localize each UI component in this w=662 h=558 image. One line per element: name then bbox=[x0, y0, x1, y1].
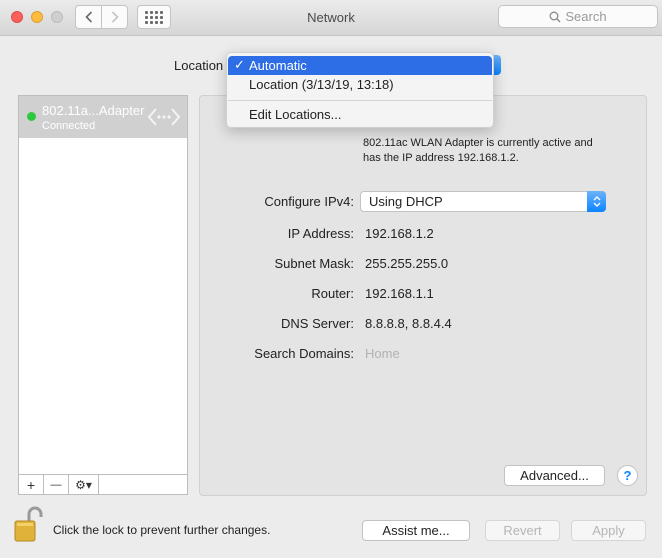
search-placeholder: Search bbox=[565, 9, 607, 24]
apply-button[interactable]: Apply bbox=[571, 520, 646, 541]
configure-ipv4-value: Using DHCP bbox=[369, 194, 443, 209]
status-dot bbox=[27, 112, 36, 121]
advanced-button[interactable]: Advanced... bbox=[504, 465, 605, 486]
lock-message: Click the lock to prevent further change… bbox=[53, 523, 271, 537]
action-menu-button[interactable]: ⚙︎▾ bbox=[69, 475, 99, 494]
lock-open-icon[interactable] bbox=[12, 505, 44, 543]
menu-item-label: Automatic bbox=[249, 58, 307, 73]
search-domains-field[interactable]: Home bbox=[365, 346, 400, 361]
ip-address-value: 192.168.1.2 bbox=[365, 226, 434, 241]
remove-service-button[interactable]: — bbox=[44, 475, 69, 494]
location-label: Location bbox=[174, 58, 224, 73]
subnet-mask-value: 255.255.255.0 bbox=[365, 256, 449, 271]
ip-address-label: IP Address: bbox=[287, 226, 354, 241]
search-field[interactable]: Search bbox=[498, 5, 658, 28]
checkmark-icon: ✓ bbox=[234, 57, 245, 72]
status-description: 802.11ac WLAN Adapter is currently activ… bbox=[363, 137, 593, 164]
dns-server-label: DNS Server: bbox=[281, 316, 354, 331]
service-item[interactable]: 802.11a...Adapter Connected bbox=[19, 96, 187, 138]
service-status: Connected bbox=[42, 120, 96, 132]
add-service-button[interactable]: + bbox=[19, 475, 44, 494]
service-list-toolbar: + — ⚙︎▾ bbox=[19, 474, 187, 494]
service-list: 802.11a...Adapter Connected + — ⚙︎▾ bbox=[18, 95, 188, 495]
help-icon: ? bbox=[623, 468, 632, 483]
revert-button[interactable]: Revert bbox=[485, 520, 560, 541]
router-value: 192.168.1.1 bbox=[365, 286, 434, 301]
select-stepper-icon bbox=[587, 191, 606, 212]
assist-me-button[interactable]: Assist me... bbox=[362, 520, 470, 541]
subnet-mask-label: Subnet Mask: bbox=[274, 256, 355, 271]
location-menu-item[interactable]: ✓ Automatic bbox=[228, 56, 492, 75]
location-menu-item[interactable]: Location (3/13/19, 13:18) bbox=[228, 75, 492, 94]
router-label: Router: bbox=[311, 286, 354, 301]
service-name: 802.11a...Adapter bbox=[42, 103, 145, 118]
edit-locations-item[interactable]: Edit Locations... bbox=[228, 105, 492, 124]
menu-item-label: Location (3/13/19, 13:18) bbox=[249, 77, 394, 92]
menu-separator bbox=[228, 100, 492, 101]
configure-ipv4-label: Configure IPv4: bbox=[264, 194, 354, 209]
search-domains-label: Search Domains: bbox=[254, 346, 354, 361]
gear-icon: ⚙︎▾ bbox=[75, 477, 92, 492]
configure-ipv4-select[interactable]: Using DHCP bbox=[360, 191, 606, 212]
location-menu: ✓ Automatic Location (3/13/19, 13:18) Ed… bbox=[226, 52, 494, 128]
dns-server-value[interactable]: 8.8.8.8, 8.8.4.4 bbox=[365, 316, 452, 331]
search-icon bbox=[549, 11, 561, 22]
ethernet-arrows-icon bbox=[147, 108, 181, 126]
help-button[interactable]: ? bbox=[617, 465, 638, 486]
